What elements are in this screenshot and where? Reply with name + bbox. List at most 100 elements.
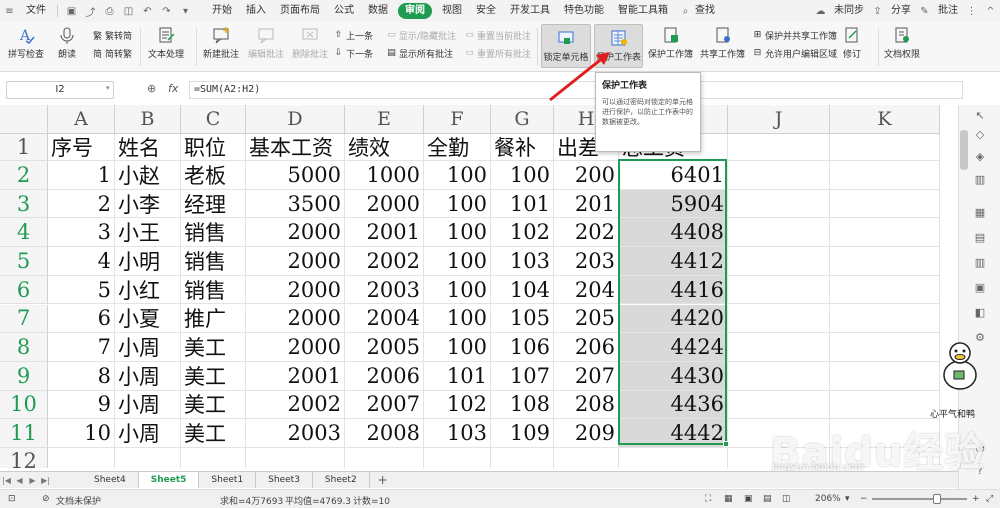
chart-icon[interactable]: ▥ [973,255,987,269]
table-cell[interactable]: 100 [491,161,554,190]
share-icon[interactable]: ⇪ [871,5,884,18]
table-cell[interactable]: 2005 [345,333,424,362]
sheet-tab[interactable]: Sheet1 [199,472,257,488]
table-cell[interactable]: 经理 [181,189,246,219]
undo-icon[interactable]: ↶ [141,5,154,18]
last-sheet-icon[interactable]: ▶| [39,476,52,485]
table-cell[interactable]: 2000 [246,247,345,276]
table-cell[interactable] [728,361,830,391]
table-cell[interactable]: 10 [48,419,115,448]
table-cell[interactable]: 8 [48,361,115,391]
table-cell[interactable]: 4412 [619,247,728,276]
format-icon[interactable]: ▤ [973,230,987,244]
sync-status[interactable]: 未同步 [830,0,868,22]
prev-comment-button[interactable]: ⇧ 上一条 [333,28,373,42]
normal-view-icon[interactable]: ▦ [724,494,733,504]
row-header[interactable]: 4 [0,218,48,248]
table-cell[interactable]: 100 [424,333,491,362]
table-cell[interactable]: 销售 [181,218,246,248]
table-cell[interactable]: 100 [424,247,491,276]
column-header[interactable]: D [246,105,345,134]
table-cell[interactable]: 2003 [246,419,345,448]
menu-tab-view[interactable]: 视图 [435,0,469,22]
row-header[interactable]: 7 [0,304,48,334]
menu-tab-formula[interactable]: 公式 [327,0,361,22]
table-cell[interactable] [830,304,940,334]
protect-workbook-button[interactable]: 保护工作簿 [648,22,693,60]
table-cell[interactable] [728,275,830,305]
row-header[interactable]: 11 [0,419,48,448]
table-cell[interactable]: 3500 [246,189,345,219]
table-cell[interactable] [619,448,728,468]
text-process-button[interactable]: 文本处理 [148,22,184,60]
print-icon[interactable]: ⎙ [103,5,116,18]
first-sheet-icon[interactable]: |◀ [0,476,13,485]
table-cell[interactable]: 2008 [345,419,424,448]
table-cell[interactable] [491,448,554,468]
table-cell[interactable]: 108 [491,390,554,420]
table-cell[interactable] [345,448,424,468]
table-cell[interactable] [728,134,830,161]
table-cell[interactable]: 102 [491,218,554,248]
table-cell[interactable]: 老板 [181,161,246,190]
table-cell[interactable]: 美工 [181,333,246,362]
table-cell[interactable]: 2006 [345,361,424,391]
reset-current-comment-button[interactable]: ▭ 重置当前批注 [464,28,531,42]
table-cell[interactable]: 2 [48,189,115,219]
table-cell[interactable]: 职位 [181,134,246,161]
row-header[interactable]: 2 [0,161,48,190]
table-cell[interactable]: 2002 [246,390,345,420]
backup-icon[interactable]: ◧ [973,305,987,319]
table-cell[interactable] [830,247,940,276]
table-cell[interactable] [830,218,940,248]
name-box[interactable]: I2 [6,81,114,99]
table-cell[interactable]: 109 [491,419,554,448]
table-cell[interactable] [181,448,246,468]
table-cell[interactable] [424,448,491,468]
table-cell[interactable]: 200 [554,161,619,190]
print-preview-icon[interactable]: ◫ [122,5,135,18]
table-cell[interactable] [728,304,830,334]
table-cell[interactable]: 序号 [48,134,115,161]
table-cell[interactable]: 小周 [115,419,181,448]
table-cell[interactable]: 4436 [619,390,728,420]
table-cell[interactable]: 小周 [115,361,181,391]
table-cell[interactable]: 202 [554,218,619,248]
table-cell[interactable]: 100 [424,189,491,219]
column-header[interactable]: B [115,105,181,134]
prev-sheet-icon[interactable]: ◀ [13,476,26,485]
table-cell[interactable]: 2003 [345,275,424,305]
comment-icon[interactable]: ✎ [918,5,931,18]
row-header[interactable]: 9 [0,361,48,391]
table-cell[interactable] [554,448,619,468]
table-cell[interactable]: 2000 [345,189,424,219]
search-button[interactable]: 查找 [695,0,722,22]
select-icon[interactable]: ↖ [973,108,987,122]
collapse-icon[interactable]: ^ [984,5,997,18]
table-cell[interactable]: 2000 [246,333,345,362]
name-box-dropdown-icon[interactable]: ▾ [106,84,110,92]
column-header[interactable]: K [830,105,940,134]
save-icon[interactable]: ▣ [65,5,78,18]
table-cell[interactable]: 206 [554,333,619,362]
table-cell[interactable]: 4408 [619,218,728,248]
table-cell[interactable] [728,161,830,190]
property-icon[interactable]: ▣ [973,280,987,294]
new-comment-button[interactable]: 新建批注 [203,22,239,60]
table-cell[interactable]: 106 [491,333,554,362]
table-cell[interactable] [246,448,345,468]
menu-tab-insert[interactable]: 插入 [239,0,273,22]
zoom-icon[interactable]: ⊕ [147,82,156,95]
export-icon[interactable]: ⤴ [84,5,97,19]
zoom-out-icon[interactable]: − [860,494,868,504]
table-cell[interactable]: 6401 [619,161,728,190]
column-header[interactable]: A [48,105,115,134]
table-cell[interactable]: 美工 [181,361,246,391]
row-header[interactable]: 8 [0,333,48,362]
table-cell[interactable]: 餐补 [491,134,554,161]
table-cell[interactable]: 100 [424,218,491,248]
table-cell[interactable]: 207 [554,361,619,391]
table-cell[interactable]: 基本工资 [246,134,345,161]
table-cell[interactable]: 6 [48,304,115,334]
table-cell[interactable]: 美工 [181,390,246,420]
